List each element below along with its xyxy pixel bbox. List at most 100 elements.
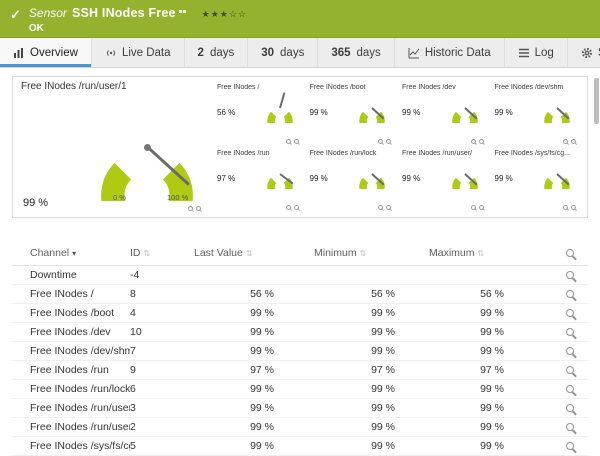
small-gauge	[265, 93, 295, 123]
small-gauge	[542, 159, 572, 189]
magnifier-icon[interactable]	[566, 404, 574, 412]
tab-settings[interactable]: Settings	[568, 38, 600, 67]
table-row[interactable]: Free INodes /run 9 97 % 97 % 97 %	[12, 361, 588, 380]
magnifier-icon[interactable]	[566, 423, 574, 431]
tab-label-unit: days	[357, 47, 381, 59]
magnifier-icon[interactable]	[294, 205, 299, 210]
gauge-tile-root[interactable]: Free INodes / 56 %	[213, 81, 306, 147]
tab-overview[interactable]: Overview	[0, 38, 92, 67]
small-gauge	[357, 159, 387, 189]
broadcast-icon	[105, 47, 117, 59]
cell-minimum: 99 %	[314, 440, 429, 452]
gauge-tile-run[interactable]: Free INodes /run 97 %	[213, 147, 306, 213]
gauge-tile-dev[interactable]: Free INodes /dev 99 %	[398, 81, 491, 147]
cell-last-value: 99 %	[194, 326, 314, 338]
cell-id: 6	[130, 383, 194, 395]
magnifier-icon[interactable]	[566, 366, 574, 374]
magnifier-icon[interactable]	[566, 442, 574, 450]
tab-label: Overview	[30, 47, 78, 59]
magnifier-icon[interactable]	[566, 290, 574, 298]
column-header-id[interactable]: ID⇅	[130, 247, 194, 259]
gauge-title: Free INodes /run/lock	[310, 150, 395, 157]
table-header-row: Channel▾ ID⇅ Last Value⇅ Minimum⇅ Maximu…	[12, 242, 588, 266]
magnifier-icon[interactable]	[471, 139, 476, 144]
table-row[interactable]: Free INodes /dev 10 99 % 99 % 99 %	[12, 323, 588, 342]
cell-id: 2	[130, 421, 194, 433]
gauge-title: Free INodes /run	[217, 150, 302, 157]
table-row[interactable]: Free INodes /boot 4 99 % 99 % 99 %	[12, 304, 588, 323]
gauge-tile-run-user[interactable]: Free INodes /run/user/ 99 %	[398, 147, 491, 213]
column-header-minimum[interactable]: Minimum⇅	[314, 247, 429, 259]
column-header-maximum[interactable]: Maximum⇅	[429, 247, 544, 259]
main-gauge-tile[interactable]: Free INodes /run/user/1 0 % 100 % 99 %	[21, 81, 209, 213]
gauge-value: 56 %	[217, 108, 235, 117]
magnifier-icon[interactable]	[571, 205, 576, 210]
magnifier-icon[interactable]	[294, 139, 299, 144]
scrollbar-thumb[interactable]	[594, 78, 599, 124]
magnifier-icon[interactable]	[479, 139, 484, 144]
cell-minimum: 99 %	[314, 383, 429, 395]
gauge-title: Free INodes /dev/shm	[495, 84, 580, 91]
magnifier-icon[interactable]	[378, 205, 383, 210]
magnifier-icon[interactable]	[286, 139, 291, 144]
magnifier-icon[interactable]	[378, 139, 383, 144]
tab-30-days[interactable]: 30 days	[248, 38, 318, 67]
sensor-note-icon	[179, 10, 186, 13]
magnifier-icon[interactable]	[386, 205, 391, 210]
header-magnifier-icon[interactable]	[566, 249, 574, 257]
gauge-tile-boot[interactable]: Free INodes /boot 99 %	[306, 81, 399, 147]
cell-maximum: 99 %	[429, 440, 544, 452]
gauge-tile-sys-fs-cgroup[interactable]: Free INodes /sys/fs/cg... 99 %	[491, 147, 584, 213]
magnifier-icon[interactable]	[566, 271, 574, 279]
table-row-downtime[interactable]: Downtime -4	[12, 266, 588, 285]
tab-log[interactable]: Log	[505, 38, 568, 67]
column-header-last-value[interactable]: Last Value⇅	[194, 247, 314, 259]
channel-table: Channel▾ ID⇅ Last Value⇅ Minimum⇅ Maximu…	[12, 242, 588, 456]
column-header-label: Maximum	[429, 247, 475, 259]
small-gauge	[357, 93, 387, 123]
table-row[interactable]: Free INodes /dev/shm 7 99 % 99 % 99 %	[12, 342, 588, 361]
cell-minimum: 99 %	[314, 421, 429, 433]
magnifier-icon[interactable]	[286, 205, 291, 210]
column-header-channel[interactable]: Channel▾	[12, 247, 130, 259]
magnifier-icon[interactable]	[479, 205, 484, 210]
priority-stars[interactable]: ★★★☆☆	[202, 9, 247, 20]
tab-2-days[interactable]: 2 days	[185, 38, 249, 67]
magnifier-icon[interactable]	[196, 206, 201, 211]
cell-id: -4	[130, 269, 194, 281]
magnifier-icon[interactable]	[566, 328, 574, 336]
cell-last-value: 97 %	[194, 364, 314, 376]
gauge-tile-dev-shm[interactable]: Free INodes /dev/shm 99 %	[491, 81, 584, 147]
cell-channel: Free INodes /dev	[12, 326, 130, 338]
table-row[interactable]: Free INodes /run/user/1 3 99 % 99 % 99 %	[12, 399, 588, 418]
magnifier-icon[interactable]	[471, 205, 476, 210]
tab-label-number: 365	[331, 47, 350, 59]
tab-365-days[interactable]: 365 days	[318, 38, 394, 67]
magnifier-icon[interactable]	[386, 139, 391, 144]
cell-maximum: 97 %	[429, 364, 544, 376]
magnifier-icon[interactable]	[566, 309, 574, 317]
cell-id: 5	[130, 440, 194, 452]
gauge-tile-run-lock[interactable]: Free INodes /run/lock 99 %	[306, 147, 399, 213]
magnifier-icon[interactable]	[563, 139, 568, 144]
tab-historic-data[interactable]: Historic Data	[395, 38, 505, 67]
chart-icon	[408, 47, 420, 59]
tab-label-number: 2	[198, 47, 204, 59]
magnifier-icon[interactable]	[188, 206, 193, 211]
main-gauge-value: 99 %	[23, 197, 48, 209]
table-row[interactable]: Free INodes /run/lock 6 99 % 99 % 99 %	[12, 380, 588, 399]
table-row[interactable]: Free INodes / 8 56 % 56 % 56 %	[12, 285, 588, 304]
table-row[interactable]: Free INodes /run/user/1 2 99 % 99 % 99 %	[12, 418, 588, 437]
cell-channel: Free INodes /run	[12, 364, 130, 376]
tab-live-data[interactable]: Live Data	[92, 38, 185, 67]
magnifier-icon[interactable]	[571, 139, 576, 144]
cell-minimum: 99 %	[314, 326, 429, 338]
gauge-scale-min: 0 %	[113, 193, 126, 202]
cell-last-value: 99 %	[194, 345, 314, 357]
magnifier-icon[interactable]	[566, 347, 574, 355]
cell-id: 10	[130, 326, 194, 338]
table-row[interactable]: Free INodes /sys/fs/cgr... 5 99 % 99 % 9…	[12, 437, 588, 456]
sort-descending-icon: ▾	[72, 249, 76, 258]
magnifier-icon[interactable]	[566, 385, 574, 393]
magnifier-icon[interactable]	[563, 205, 568, 210]
